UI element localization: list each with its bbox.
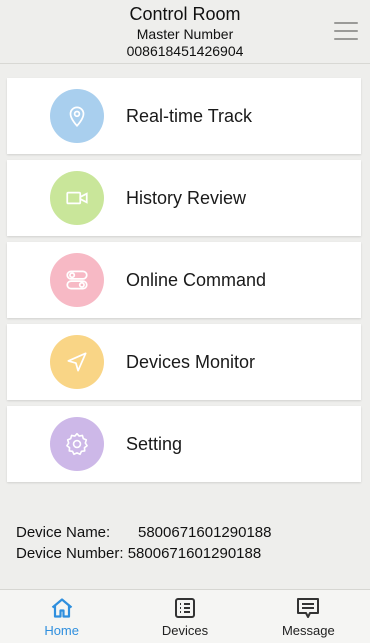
app-header: Control Room Master Number 0086184514269… <box>0 0 370 64</box>
menu-item-label: Online Command <box>126 269 267 290</box>
location-pin-icon <box>50 89 104 143</box>
toggle-switches-icon <box>50 253 104 307</box>
device-list-icon <box>174 598 195 618</box>
home-icon <box>51 598 72 618</box>
master-number-value: 008618451426904 <box>126 43 244 59</box>
device-name-value: 5800671601290188 <box>138 524 272 541</box>
navigation-arrow-icon <box>50 335 104 389</box>
device-name-row: Device Name: 5800671601290188 <box>16 522 271 543</box>
gear-icon <box>50 417 104 471</box>
main-menu: Real-time Track History Review Online Co… <box>7 78 361 488</box>
menu-item-online-command[interactable]: Online Command <box>7 242 361 318</box>
tab-devices[interactable]: Devices <box>123 590 246 643</box>
menu-item-setting[interactable]: Setting <box>7 406 361 482</box>
tab-home-label: Home <box>44 623 79 638</box>
master-number-label: Master Number <box>136 26 234 42</box>
device-name-label: Device Name: <box>16 524 111 541</box>
tab-devices-label: Devices <box>161 623 209 638</box>
device-number-label: Device Number: <box>16 545 124 562</box>
hamburger-icon[interactable] <box>334 22 358 40</box>
message-icon <box>297 598 320 618</box>
menu-item-realtime-track[interactable]: Real-time Track <box>7 78 361 154</box>
device-number-row: Device Number: 5800671601290188 <box>16 543 271 564</box>
video-camera-icon <box>50 171 104 225</box>
device-info: Device Name: 5800671601290188 Device Numb… <box>16 522 271 564</box>
menu-item-devices-monitor[interactable]: Devices Monitor <box>7 324 361 400</box>
menu-item-label: Devices Monitor <box>126 351 256 372</box>
tab-message-label: Message <box>281 623 335 638</box>
tab-message[interactable]: Message <box>247 590 370 643</box>
menu-item-label: Real-time Track <box>126 105 253 126</box>
page-title: Control Room <box>129 4 241 24</box>
bottom-tab-bar: Home Devices Message <box>0 589 370 643</box>
menu-item-label: Setting <box>126 433 183 454</box>
device-number-value: 5800671601290188 <box>127 545 262 562</box>
menu-item-history-review[interactable]: History Review <box>7 160 361 236</box>
tab-home[interactable]: Home <box>0 590 123 643</box>
menu-item-label: History Review <box>126 187 247 208</box>
